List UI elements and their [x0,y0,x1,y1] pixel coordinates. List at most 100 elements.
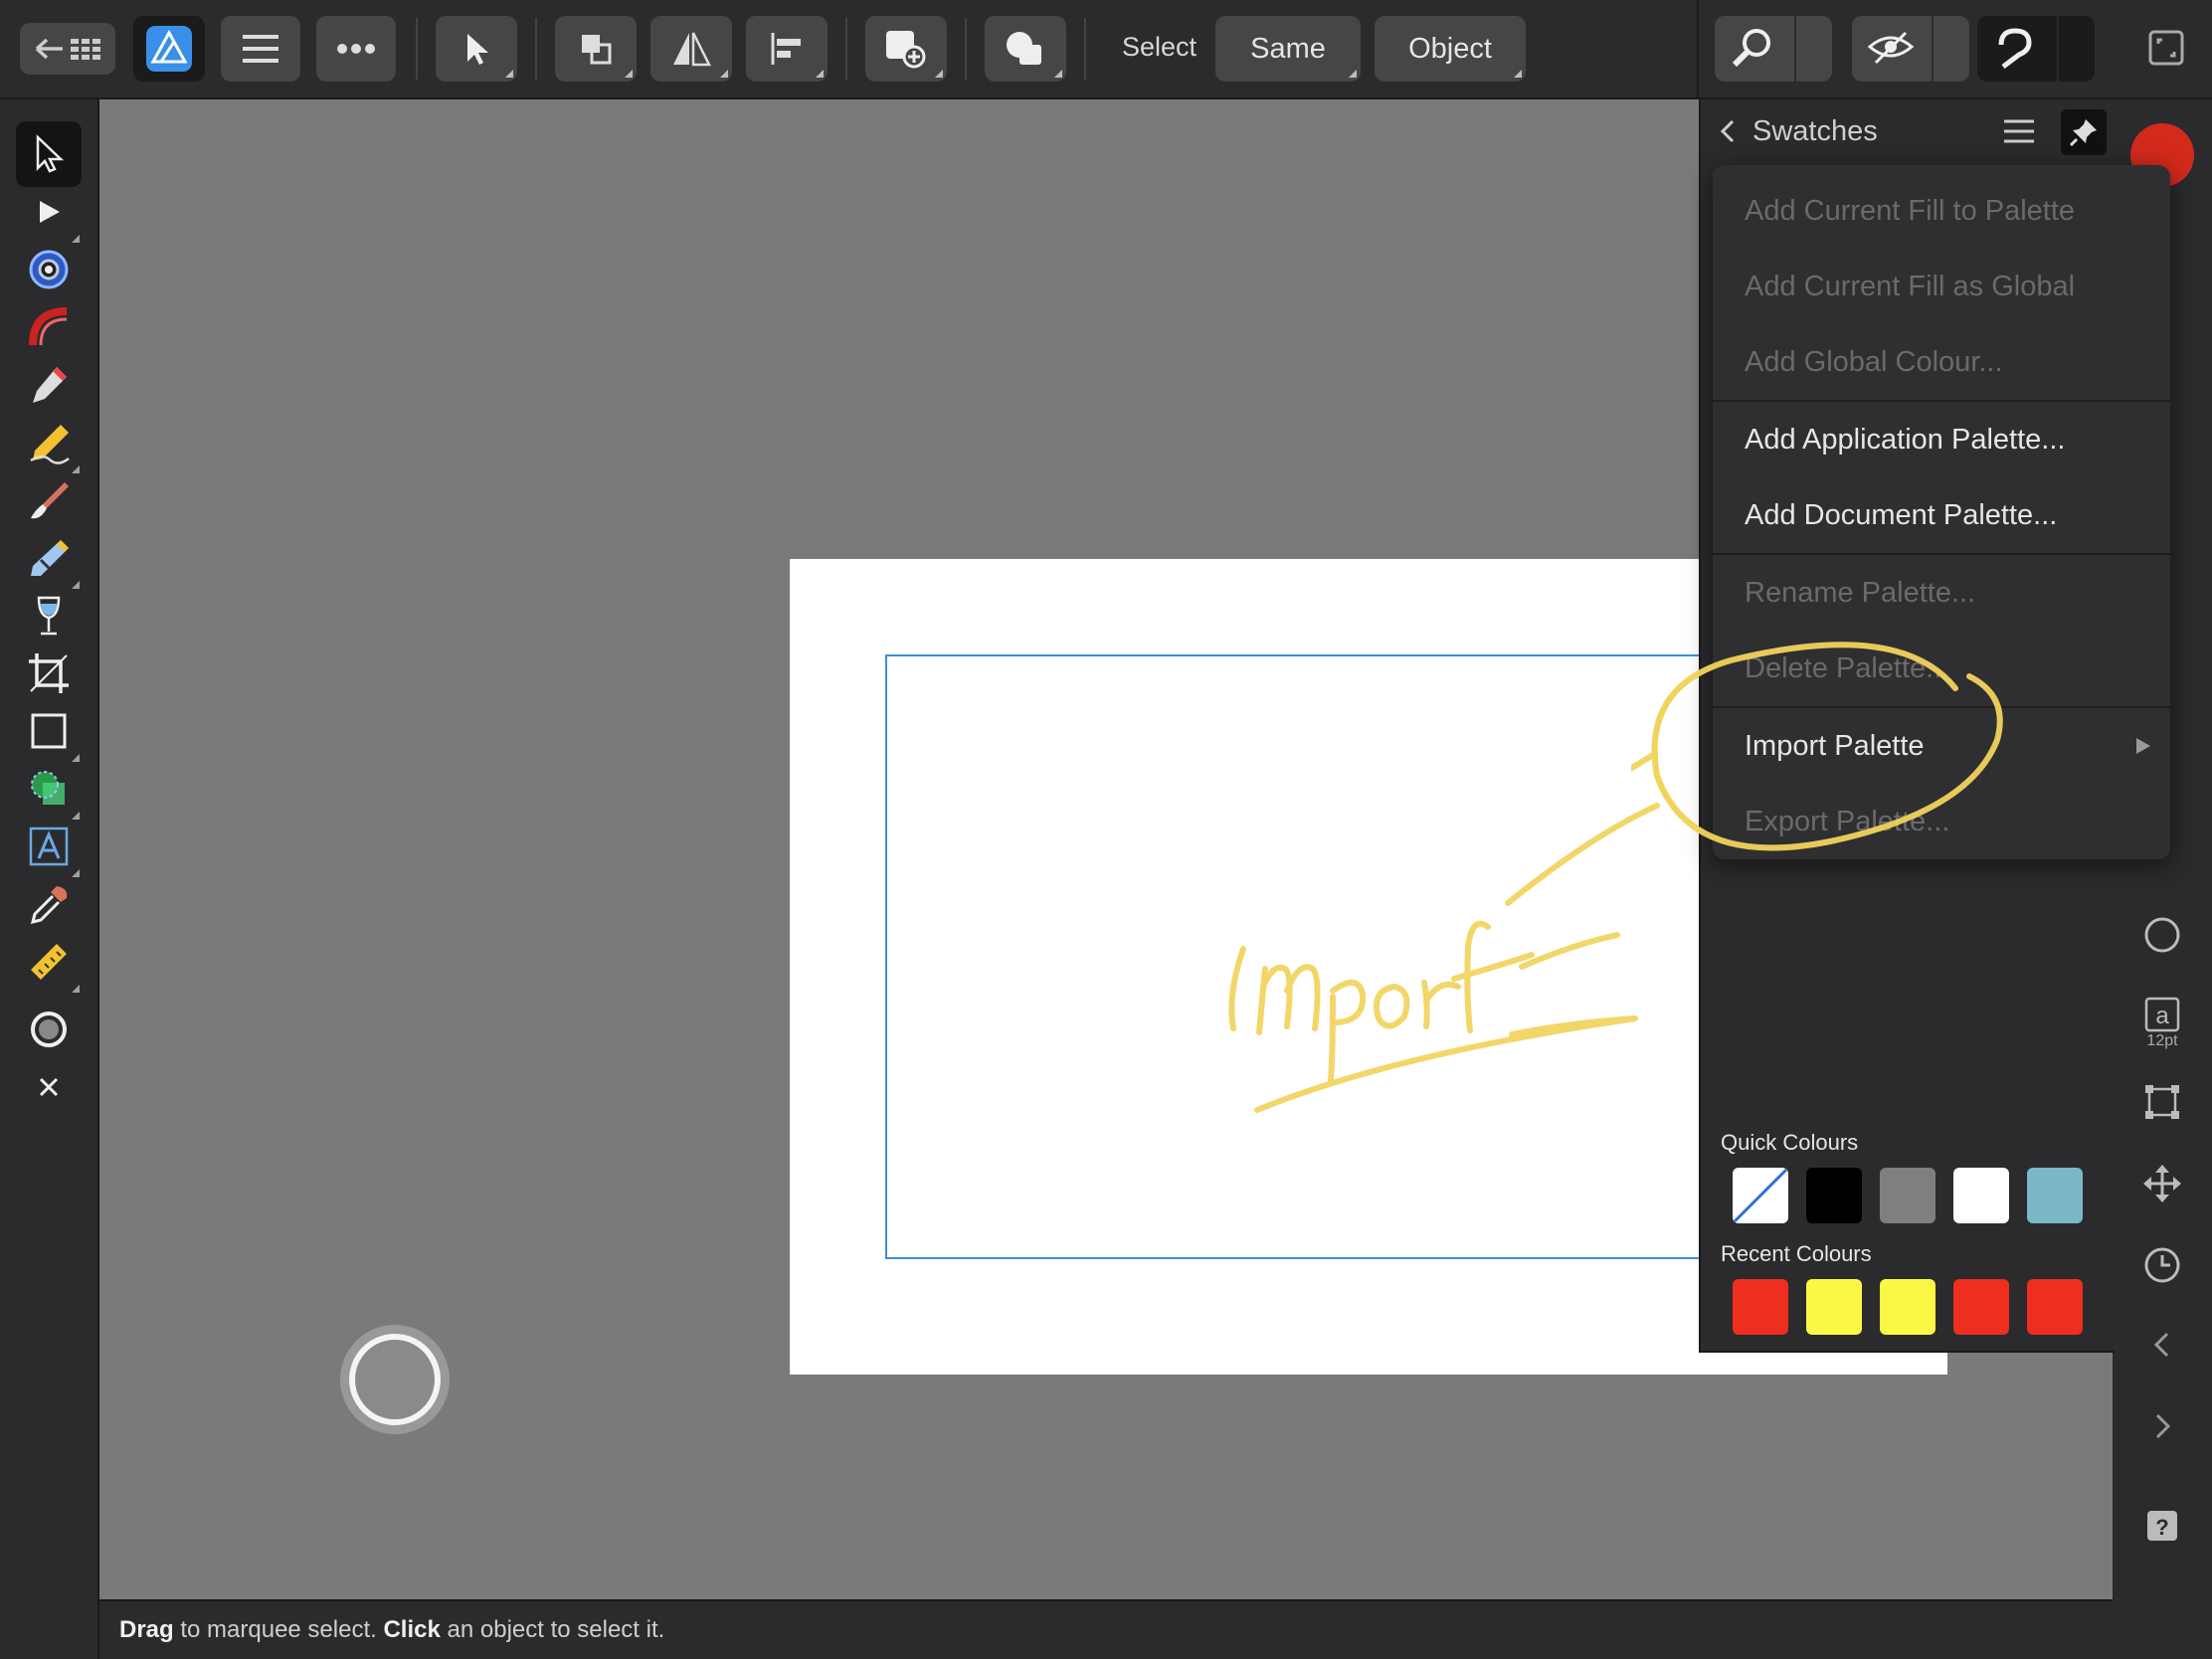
window-mode-icon [2148,30,2184,66]
quick-swatch[interactable] [1806,1168,1862,1223]
previous-button[interactable] [2132,1315,2192,1375]
transform-panel-button[interactable] [2132,1072,2192,1132]
view-mode-button[interactable] [1852,16,1969,82]
menu-item-rename-palette[interactable]: Rename Palette... [1713,555,2170,631]
submenu-arrow-icon [2136,738,2150,754]
vector-brush-tool[interactable] [16,467,82,533]
recent-colours-label: Recent Colours [1721,1241,1872,1266]
recent-swatch[interactable] [1806,1279,1862,1335]
menu-item-add-current-fill[interactable]: Add Current Fill to Palette [1713,173,2170,249]
shape-builder-tool[interactable] [16,756,82,822]
insert-button[interactable] [865,16,947,82]
move-tool[interactable] [16,121,82,187]
quick-swatch[interactable] [1953,1168,2009,1223]
chevron-right-icon [2155,1413,2171,1439]
corner-icon [29,307,68,346]
recent-swatch[interactable] [1953,1279,2009,1335]
wine-glass-icon [37,596,61,636]
recent-swatch[interactable] [2027,1279,2083,1335]
rectangle-tool[interactable] [16,698,82,764]
eye-hidden-icon [1867,31,1915,65]
menu-item-add-document-palette[interactable]: Add Document Palette... [1713,477,2170,553]
menu-item-add-global-colour[interactable]: Add Global Colour... [1713,324,2170,400]
corner-tool[interactable] [16,294,82,360]
fullscreen-button[interactable] [2146,28,2186,73]
text-styles-button[interactable]: a 12pt [2132,983,2192,1064]
select-object-button[interactable]: Object [1375,16,1526,82]
swatch-none[interactable] [1733,1168,1788,1223]
node-tool[interactable] [16,179,82,245]
recent-swatch[interactable] [1733,1279,1788,1335]
boolean-button[interactable] [985,16,1066,82]
move-arrows-icon [2143,1165,2181,1202]
touch-indicator [340,1325,450,1434]
close-tools-button[interactable] [16,1054,82,1120]
node-arrow-icon [40,201,60,223]
document-menu-button[interactable] [221,16,300,82]
toolbar-divider [535,18,537,80]
pencil-tool[interactable] [16,410,82,475]
flip-button[interactable] [650,16,732,82]
tools-panel [0,99,99,1659]
status-drag-rest: to marquee select. [173,1616,384,1643]
fill-tool[interactable] [16,525,82,591]
colour-wheel-button[interactable] [16,997,82,1062]
transparency-tool[interactable] [16,583,82,648]
toolbar-divider [965,18,967,80]
ellipsis-icon [337,44,375,54]
more-button[interactable] [316,16,396,82]
status-bar: Drag to marquee select. Click an object … [99,1599,2113,1659]
affinity-designer-icon [146,26,192,72]
help-button[interactable]: ? [2132,1496,2192,1556]
align-button[interactable] [746,16,828,82]
quick-swatch[interactable] [1880,1168,1936,1223]
status-click: Click [383,1616,441,1643]
back-to-gallery-button[interactable] [20,23,115,75]
magnet-search-icon [1732,29,1770,68]
arrange-icon [582,35,612,65]
recent-swatch[interactable] [1880,1279,1936,1335]
panel-back-button[interactable] [1717,111,1747,151]
ruler-icon [31,944,67,980]
menu-item-add-application-palette[interactable]: Add Application Palette... [1713,402,2170,477]
close-icon [39,1077,59,1097]
pen-icon [33,367,67,403]
crop-icon [29,653,69,693]
designer-persona-button[interactable] [133,16,205,82]
colour-circle-icon [31,1012,67,1047]
artistic-text-tool[interactable] [16,814,82,879]
eyedropper-icon [30,886,68,925]
navigator-panel-button[interactable] [2132,1154,2192,1213]
menu-item-add-fill-as-global[interactable]: Add Current Fill as Global [1713,249,2170,324]
snapping-button[interactable] [1715,16,1832,82]
panel-menu-button[interactable] [2001,113,2037,154]
pin-panel-button[interactable] [2061,109,2107,155]
rectangle-icon [31,713,67,749]
styles-panel-button[interactable] [2132,905,2192,965]
target-icon [29,250,69,289]
arrange-button[interactable] [555,16,637,82]
panel-title: Swatches [1752,115,1878,147]
measure-tool[interactable] [16,929,82,995]
quick-swatch[interactable] [2027,1168,2083,1223]
svg-text:a: a [2155,1003,2169,1029]
transform-box-icon [2145,1085,2179,1119]
text-frame-icon [29,827,69,866]
next-button[interactable] [2132,1396,2192,1456]
arrow-pointer-icon [467,34,488,65]
chevron-left-icon [1720,119,1735,143]
point-transform-tool[interactable] [16,237,82,302]
colour-picker-tool[interactable] [16,871,82,937]
align-left-icon [771,33,801,65]
fill-brush-icon [31,540,69,576]
selection-mode-button[interactable] [436,16,517,82]
assistant-button[interactable] [1977,16,2095,82]
crop-tool[interactable] [16,641,82,706]
select-same-button[interactable]: Same [1215,16,1361,82]
top-toolbar: Select Same Object [0,0,2212,99]
hamburger-icon [243,35,278,63]
status-drag: Drag [119,1616,174,1643]
pen-tool[interactable] [16,352,82,418]
select-label: Select [1122,32,1198,62]
history-panel-button[interactable] [2132,1235,2192,1295]
